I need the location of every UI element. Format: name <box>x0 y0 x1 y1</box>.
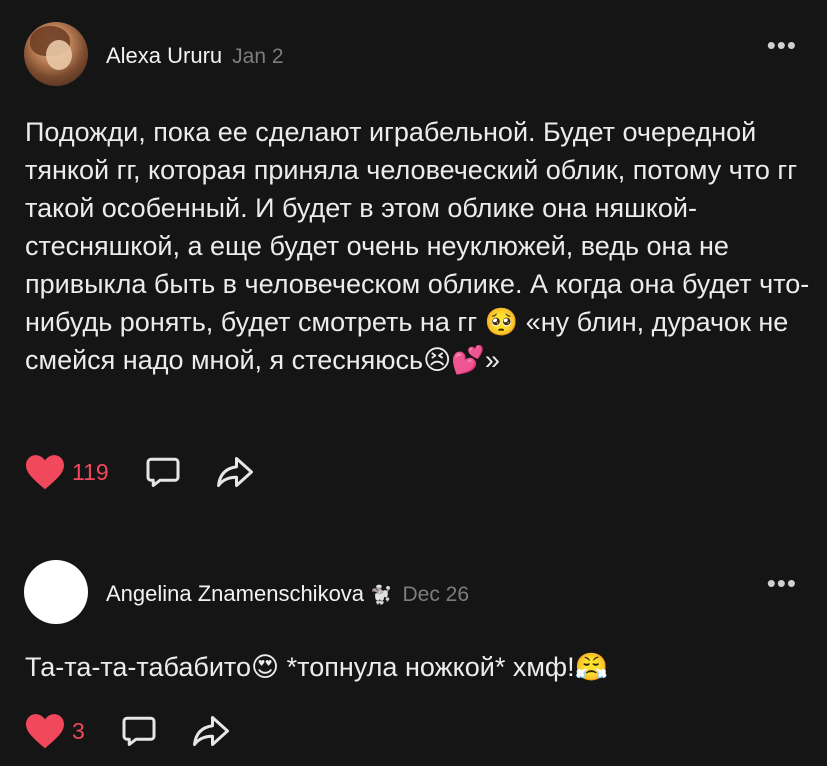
profile-badge: 🐩 <box>370 585 393 605</box>
comment-text: Та-та-та-табабито😍 *топнула ножкой* хмф!… <box>25 652 609 682</box>
avatar[interactable] <box>24 560 88 624</box>
share-arrow-icon[interactable] <box>191 713 231 749</box>
like-count: 3 <box>72 717 85 744</box>
comment-header: Angelina Znamenschikova 🐩 Dec 26 <box>106 581 469 607</box>
more-options-button[interactable]: ••• <box>767 570 797 596</box>
comment-2: Angelina Znamenschikova 🐩 Dec 26 ••• Та-… <box>0 0 827 766</box>
comment-date: Dec 26 <box>402 583 470 606</box>
heart-icon <box>26 714 64 749</box>
like-button[interactable]: 3 <box>24 712 85 750</box>
comment-actions: 3 <box>24 712 231 750</box>
comment-bubble-icon[interactable] <box>121 713 157 749</box>
more-dots-icon: ••• <box>766 568 797 598</box>
author-name[interactable]: Angelina Znamenschikova <box>106 581 364 607</box>
